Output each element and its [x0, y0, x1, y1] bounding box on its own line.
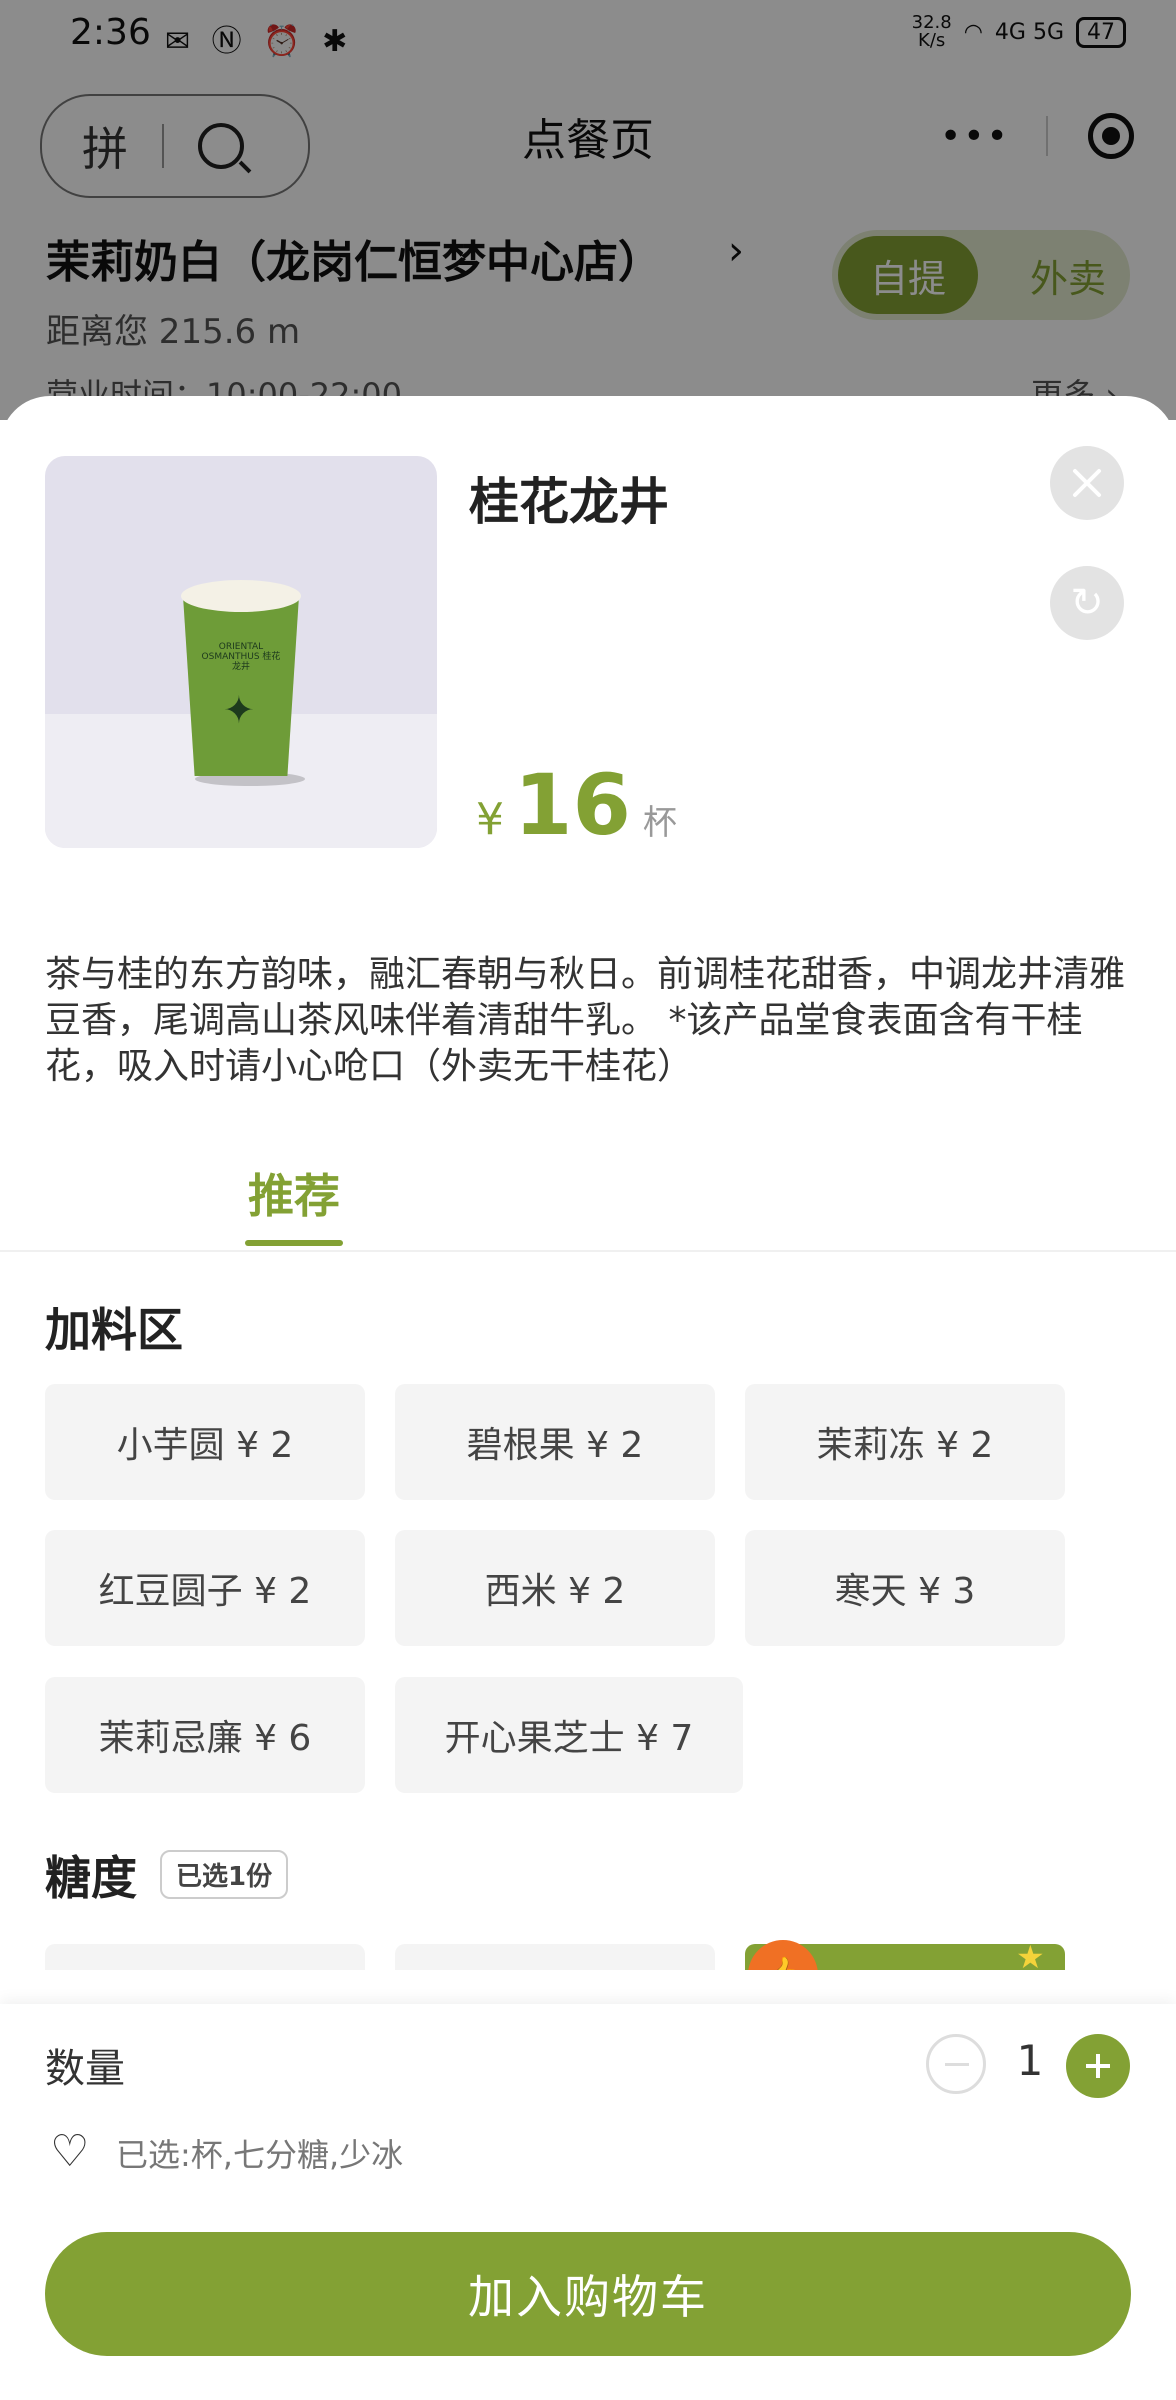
topping-option[interactable]: 开心果芝士 ¥ 7: [395, 1677, 743, 1793]
quantity-minus-button[interactable]: [926, 2034, 986, 2094]
quantity-label: 数量: [45, 2046, 125, 2092]
dim-overlay[interactable]: [0, 0, 1176, 420]
product-name: 桂花龙井: [469, 473, 669, 531]
product-image: ORIENTAL OSMANTHUS 桂花龙井 ✦: [45, 456, 437, 848]
sugar-options-partial: 👍 ★: [0, 1934, 1176, 1970]
cup-foam: [181, 580, 301, 612]
topping-option[interactable]: 寒天 ¥ 3: [745, 1530, 1065, 1646]
sugar-title: 糖度: [45, 1851, 137, 1905]
cup: [183, 596, 299, 776]
topping-option[interactable]: 红豆圆子 ¥ 2: [45, 1530, 365, 1646]
topping-option[interactable]: 小芋圆 ¥ 2: [45, 1384, 365, 1500]
tab-recommend[interactable]: 推荐: [248, 1160, 340, 1226]
heart-icon[interactable]: ♡: [50, 2126, 89, 2177]
leaf-logo-icon: ✦: [223, 688, 255, 732]
topping-option[interactable]: 茉莉忌廉 ¥ 6: [45, 1677, 365, 1793]
topping-option[interactable]: 茉莉冻 ¥ 2: [745, 1384, 1065, 1500]
quantity-plus-button[interactable]: [1066, 2034, 1130, 2098]
topping-option[interactable]: 碧根果 ¥ 2: [395, 1384, 715, 1500]
tab-underline: [245, 1240, 343, 1246]
price-currency: ¥: [476, 794, 504, 845]
sugar-option[interactable]: [395, 1944, 715, 1970]
cup-label: ORIENTAL OSMANTHUS 桂花龙井: [201, 642, 281, 672]
toppings-title: 加料区: [45, 1303, 183, 1357]
sugar-option[interactable]: [45, 1944, 365, 1970]
topping-option[interactable]: 西米 ¥ 2: [395, 1530, 715, 1646]
product-price: ¥16 杯: [476, 756, 677, 854]
price-unit: 杯: [642, 803, 677, 843]
price-value: 16: [514, 756, 631, 854]
add-to-cart-button[interactable]: 加入购物车: [45, 2232, 1131, 2356]
divider: [0, 1250, 1176, 1252]
close-button[interactable]: [1050, 446, 1124, 520]
share-icon[interactable]: ↻: [1050, 566, 1124, 640]
selected-count-badge: 已选1份: [160, 1850, 289, 1899]
selected-summary: 已选:杯,七分糖,少冰: [116, 2136, 404, 2174]
product-description: 茶与桂的东方韵味，融汇春朝与秋日。前调桂花甜香，中调龙井清雅豆香，尾调高山茶风味…: [45, 954, 1126, 1087]
quantity-value: 1: [1016, 2036, 1044, 2085]
star-icon: ★: [1016, 1938, 1045, 1970]
